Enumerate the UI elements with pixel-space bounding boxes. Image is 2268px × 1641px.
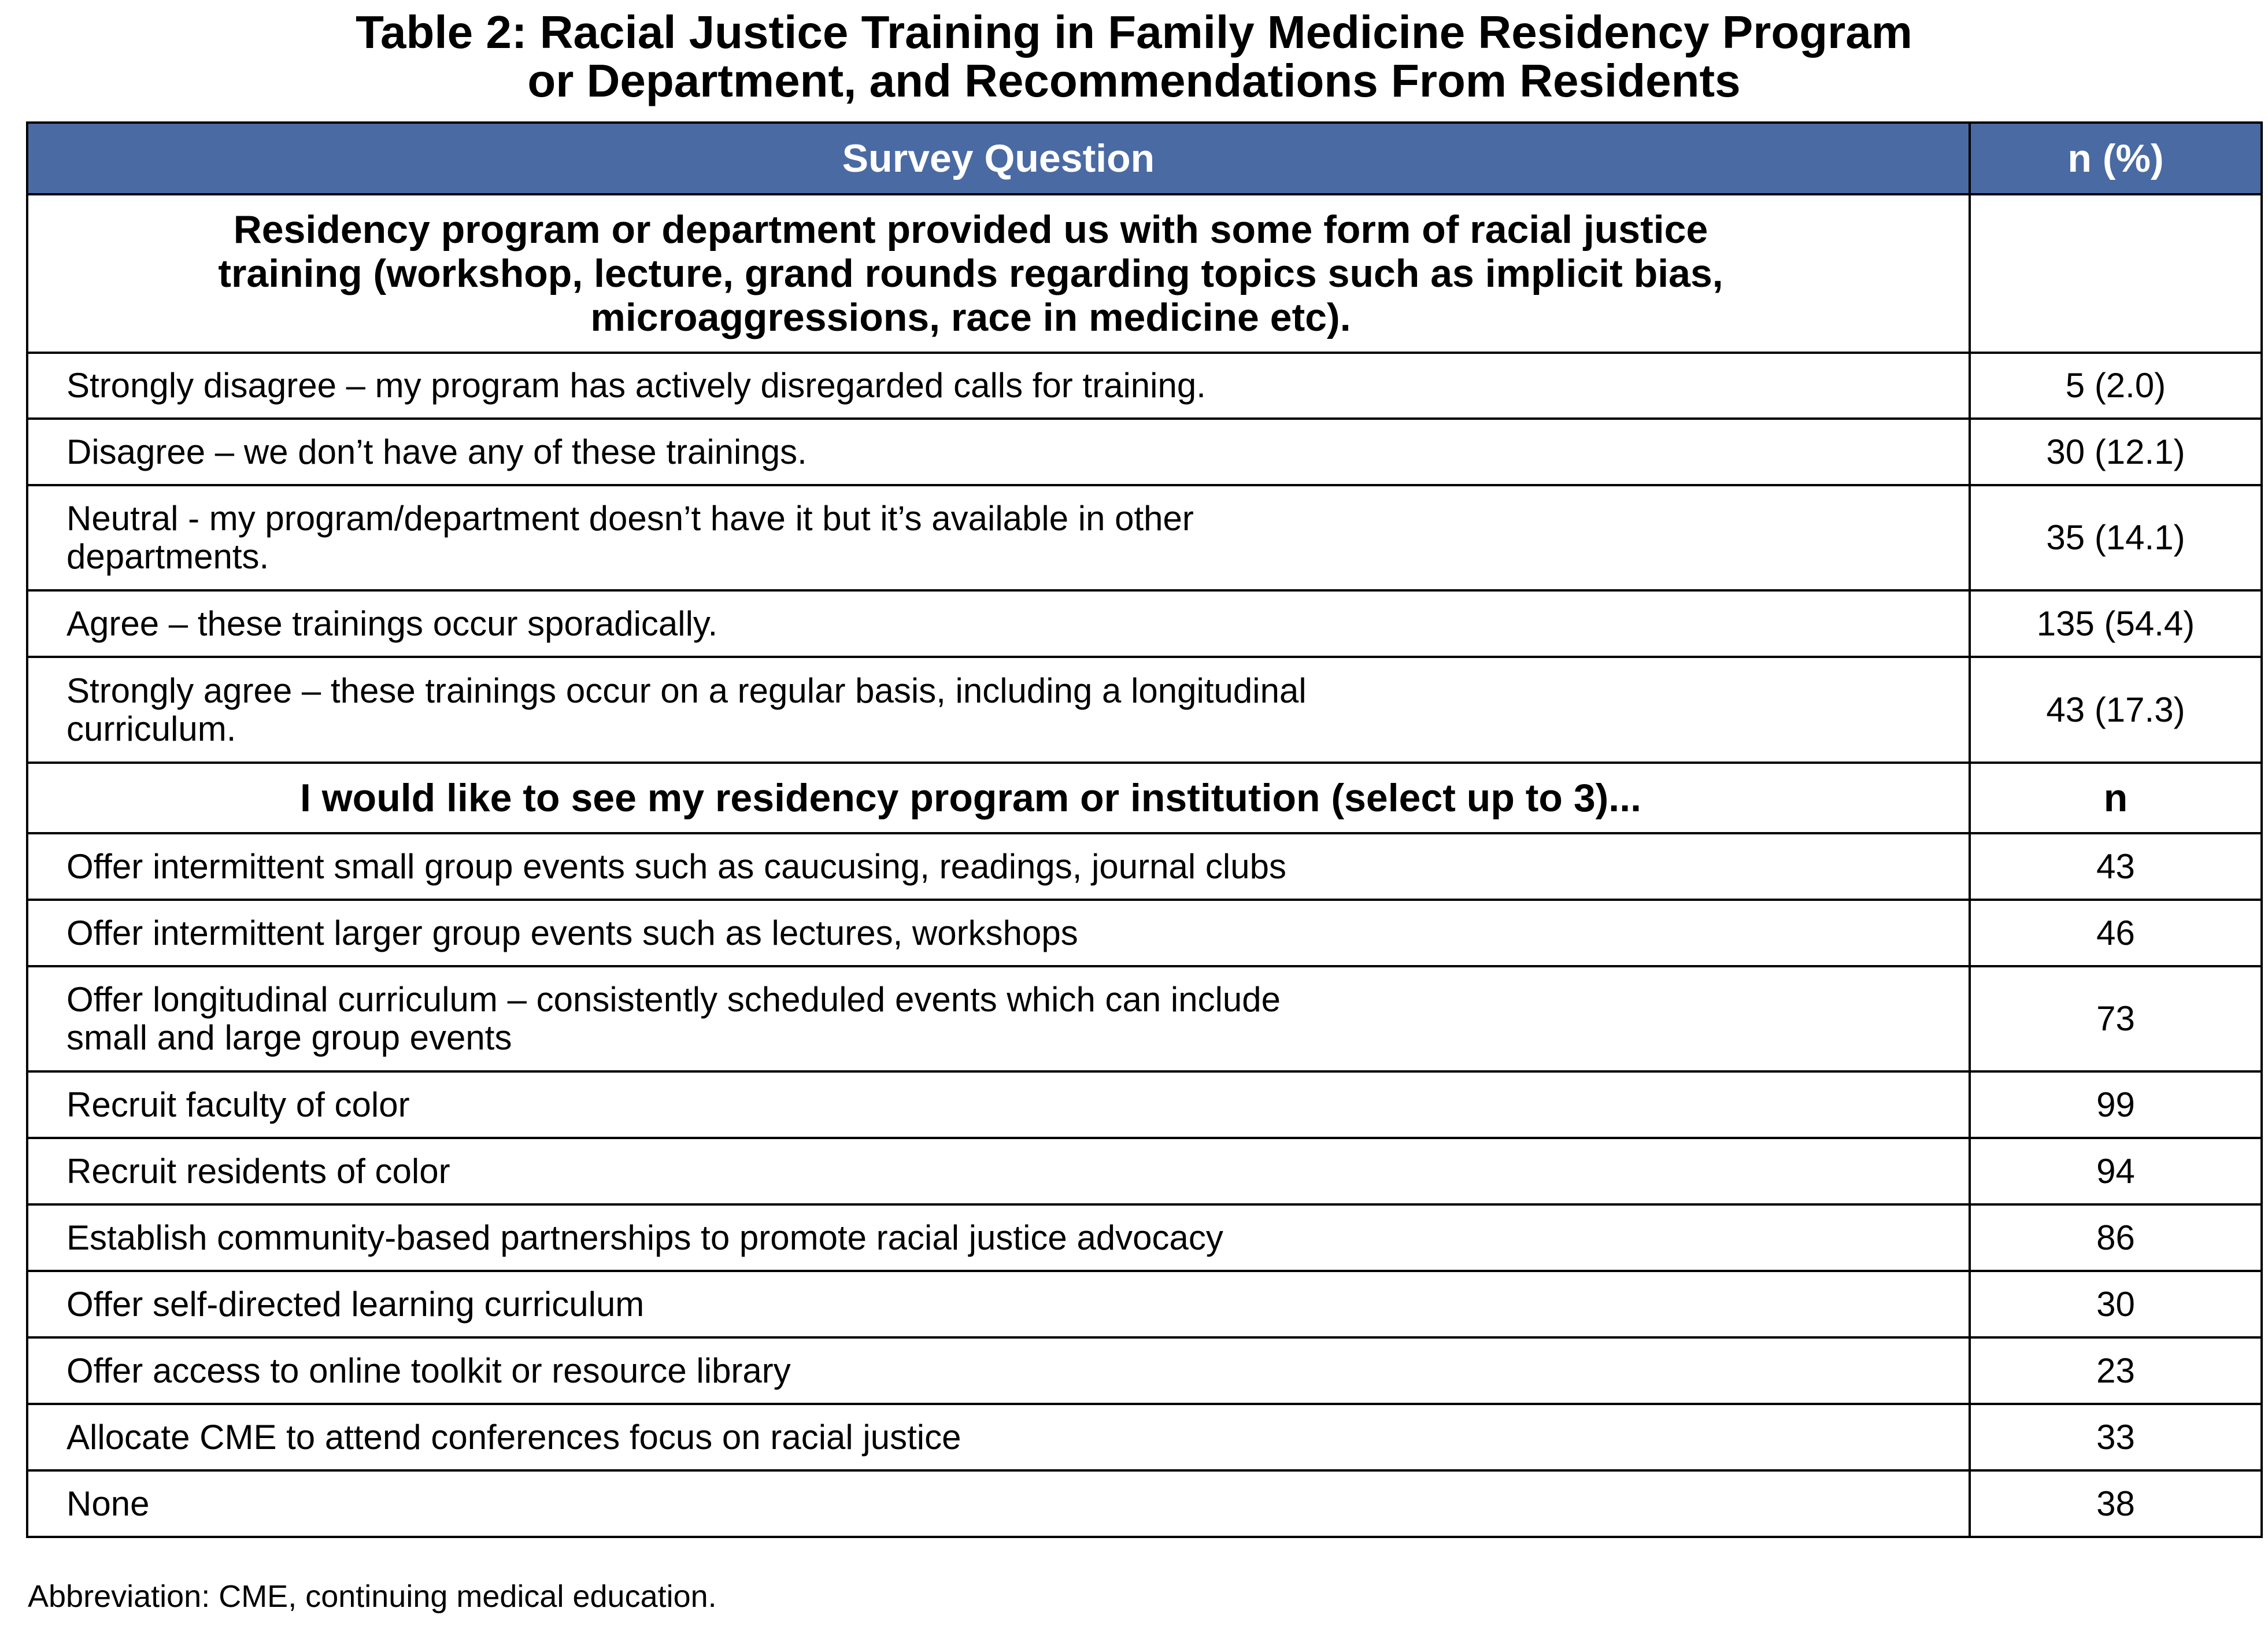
row-value: 99: [1969, 1070, 2263, 1139]
table-row: Offer intermittent larger group events s…: [26, 899, 2263, 967]
section-1-question: Residency program or department provided…: [218, 208, 1723, 339]
row-label: Strongly agree – these trainings occur o…: [26, 656, 1971, 764]
table-title-line-1: Table 2: Racial Justice Training in Fami…: [356, 6, 1912, 58]
survey-table: Survey Question n (%) Residency program …: [26, 121, 2263, 1538]
table-row: Strongly disagree – my program has activ…: [26, 352, 2263, 420]
row-label-text: Agree – these trainings occur sporadical…: [66, 604, 718, 643]
row-value: 73: [1969, 965, 2263, 1073]
header-survey-question: Survey Question: [26, 121, 1971, 195]
row-label: Establish community-based partnerships t…: [26, 1203, 1971, 1272]
table-row: Neutral - my program/department doesn’t …: [26, 484, 2263, 592]
row-label: Offer access to online toolkit or resour…: [26, 1336, 1971, 1405]
section-2-question: I would like to see my residency program…: [299, 776, 1641, 820]
row-label-text: None: [66, 1484, 150, 1523]
row-label: None: [26, 1469, 1971, 1538]
table-header-row: Survey Question n (%): [26, 121, 2263, 195]
section-2-value: n: [1969, 762, 2263, 834]
row-value: 30: [1969, 1270, 2263, 1339]
table-row: Offer self-directed learning curriculum …: [26, 1270, 2263, 1339]
row-label: Offer intermittent larger group events s…: [26, 899, 1971, 967]
row-label-text: Offer longitudinal curriculum – consiste…: [66, 980, 1281, 1057]
row-value: 43: [1969, 832, 2263, 901]
row-label: Agree – these trainings occur sporadical…: [26, 589, 1971, 658]
row-label: Disagree – we don’t have any of these tr…: [26, 417, 1971, 486]
row-label-text: Offer intermittent small group events su…: [66, 847, 1286, 886]
row-label: Offer self-directed learning curriculum: [26, 1270, 1971, 1339]
table-row: Allocate CME to attend conferences focus…: [26, 1403, 2263, 1472]
table-row: Recruit residents of color 94: [26, 1137, 2263, 1206]
table-title-line-2: or Department, and Recommendations From …: [527, 55, 1741, 106]
table-row: Offer longitudinal curriculum – consiste…: [26, 965, 2263, 1073]
row-value: 35 (14.1): [1969, 484, 2263, 592]
row-label: Recruit residents of color: [26, 1137, 1971, 1206]
row-label: Offer intermittent small group events su…: [26, 832, 1971, 901]
row-label-text: Recruit faculty of color: [66, 1085, 410, 1124]
section-2-header-row: I would like to see my residency program…: [26, 762, 2263, 834]
row-label-text: Offer access to online toolkit or resour…: [66, 1351, 791, 1390]
row-value: 38: [1969, 1469, 2263, 1538]
table-row: Agree – these trainings occur sporadical…: [26, 589, 2263, 658]
section-1-header-row: Residency program or department provided…: [26, 193, 2263, 354]
row-label-text: Allocate CME to attend conferences focus…: [66, 1417, 961, 1457]
table-row: Establish community-based partnerships t…: [26, 1203, 2263, 1272]
row-value: 23: [1969, 1336, 2263, 1405]
header-n-percent: n (%): [1969, 121, 2263, 195]
row-value: 5 (2.0): [1969, 352, 2263, 420]
row-label-text: Establish community-based partnerships t…: [66, 1218, 1223, 1257]
table-row: Offer access to online toolkit or resour…: [26, 1336, 2263, 1405]
row-label: Allocate CME to attend conferences focus…: [26, 1403, 1971, 1472]
row-label-text: Strongly disagree – my program has activ…: [66, 366, 1206, 405]
row-label-text: Recruit residents of color: [66, 1151, 450, 1191]
row-value: 94: [1969, 1137, 2263, 1206]
row-value: 43 (17.3): [1969, 656, 2263, 764]
row-label-text: Disagree – we don’t have any of these tr…: [66, 432, 807, 471]
row-label: Neutral - my program/department doesn’t …: [26, 484, 1971, 592]
table-row: Disagree – we don’t have any of these tr…: [26, 417, 2263, 486]
table-row: Offer intermittent small group events su…: [26, 832, 2263, 901]
row-value: 135 (54.4): [1969, 589, 2263, 658]
row-label: Recruit faculty of color: [26, 1070, 1971, 1139]
table-title: Table 2: Racial Justice Training in Fami…: [0, 8, 2268, 105]
row-label-text: Offer self-directed learning curriculum: [66, 1284, 645, 1324]
row-label-text: Strongly agree – these trainings occur o…: [66, 671, 1307, 748]
table-row: Strongly agree – these trainings occur o…: [26, 656, 2263, 764]
table-row: Recruit faculty of color 99: [26, 1070, 2263, 1139]
row-label-text: Offer intermittent larger group events s…: [66, 913, 1078, 952]
row-value: 33: [1969, 1403, 2263, 1472]
footnote: Abbreviation: CME, continuing medical ed…: [28, 1579, 717, 1614]
row-label: Offer longitudinal curriculum – consiste…: [26, 965, 1971, 1073]
section-2-question-cell: I would like to see my residency program…: [26, 762, 1971, 834]
section-1-question-cell: Residency program or department provided…: [26, 193, 1971, 354]
row-value: 86: [1969, 1203, 2263, 1272]
row-value: 46: [1969, 899, 2263, 967]
row-label: Strongly disagree – my program has activ…: [26, 352, 1971, 420]
row-value: 30 (12.1): [1969, 417, 2263, 486]
row-label-text: Neutral - my program/department doesn’t …: [66, 499, 1194, 576]
section-1-value: [1969, 193, 2263, 354]
table-row: None 38: [26, 1469, 2263, 1538]
